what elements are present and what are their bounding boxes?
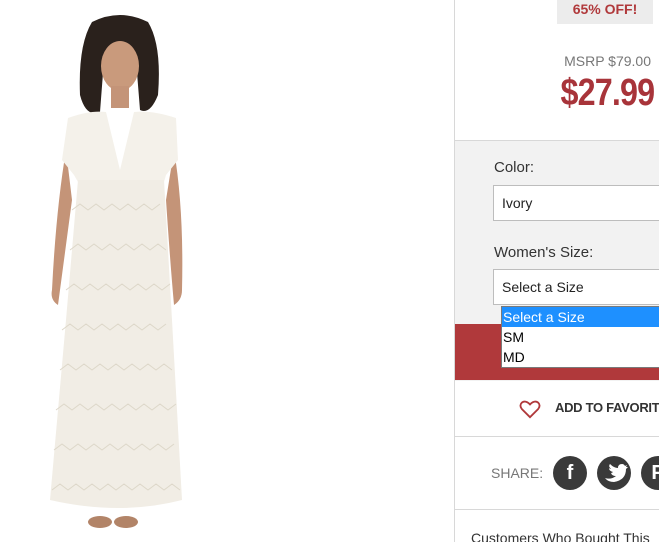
related-products-heading: Customers Who Bought This — [471, 530, 650, 542]
color-select[interactable]: Ivory — [493, 185, 659, 221]
product-details-panel: 65% OFF! MSRP $79.00 $27.99 Color: Ivory… — [454, 0, 659, 542]
pinterest-icon[interactable]: P — [641, 456, 659, 490]
share-label: SHARE: — [491, 465, 544, 481]
size-dropdown-list[interactable]: Select a Size SM MD — [501, 306, 659, 368]
msrp-price: MSRP $79.00 — [564, 53, 651, 69]
size-option-sm[interactable]: SM — [502, 327, 659, 347]
product-image[interactable] — [0, 0, 454, 542]
sale-price: $27.99 — [560, 72, 655, 114]
size-select[interactable]: Select a Size — [493, 269, 659, 305]
heart-icon — [519, 400, 541, 419]
size-label: Women's Size: — [494, 244, 594, 261]
twitter-icon[interactable] — [597, 456, 631, 490]
share-row: SHARE: f P — [455, 437, 659, 510]
size-option-md[interactable]: MD — [502, 347, 659, 367]
favorites-label: ADD TO FAVORITES — [555, 400, 659, 415]
size-option-select[interactable]: Select a Size — [502, 307, 659, 327]
add-to-favorites-button[interactable]: ADD TO FAVORITES — [455, 380, 659, 437]
discount-badge: 65% OFF! — [557, 0, 653, 24]
facebook-icon[interactable]: f — [553, 456, 587, 490]
color-label: Color: — [494, 159, 535, 176]
dress-model-image — [50, 15, 183, 528]
